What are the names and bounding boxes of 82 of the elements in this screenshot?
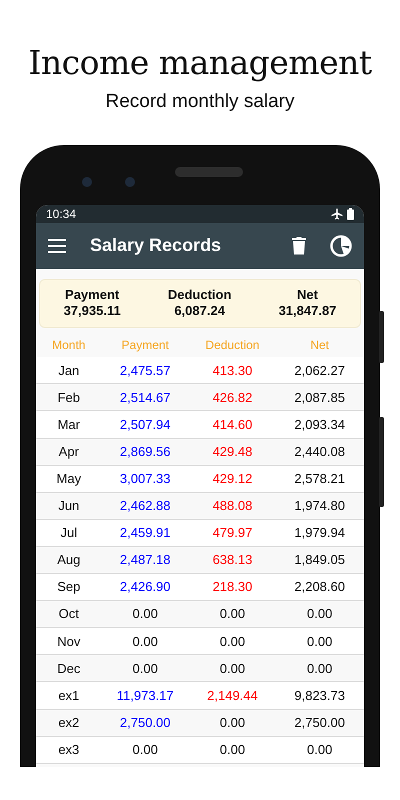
net-cell: 9,823.73 bbox=[294, 688, 345, 703]
battery-icon bbox=[347, 208, 354, 220]
net-cell: 1,974.80 bbox=[294, 498, 345, 514]
payment-cell: 2,462.88 bbox=[120, 498, 171, 514]
month-cell: Sep bbox=[57, 579, 80, 594]
camera-dot bbox=[82, 176, 92, 186]
headline: Income management bbox=[27, 42, 373, 79]
net-cell: 0.00 bbox=[307, 606, 332, 622]
toolbar-title: Salary Records bbox=[90, 234, 222, 257]
month-cell: May bbox=[56, 470, 82, 486]
deduction-cell: 429.12 bbox=[212, 470, 252, 486]
net-cell: 1,979.94 bbox=[294, 525, 345, 540]
month-cell: Mar bbox=[58, 416, 80, 432]
payment-cell: 2,475.57 bbox=[120, 362, 171, 378]
summary-value: 6,087.24 bbox=[174, 303, 225, 320]
month-cell: Aug bbox=[57, 552, 80, 568]
payment-cell: 2,514.67 bbox=[120, 390, 171, 405]
payment-cell: 2,487.18 bbox=[120, 552, 171, 568]
column-header: Net bbox=[310, 338, 330, 352]
payment-cell: 2,459.91 bbox=[120, 525, 171, 540]
deduction-cell: 0.00 bbox=[220, 660, 246, 676]
payment-cell: 11,973.17 bbox=[116, 688, 174, 703]
net-cell: 0.00 bbox=[307, 660, 332, 676]
net-cell: 2,750.00 bbox=[294, 714, 345, 730]
summary-value: 37,935.11 bbox=[64, 303, 121, 320]
summary-label: Payment bbox=[65, 286, 120, 304]
status-time: 10:34 bbox=[46, 206, 76, 222]
pie-chart-icon[interactable] bbox=[330, 234, 352, 256]
net-cell: 2,087.85 bbox=[294, 390, 345, 405]
trash-icon[interactable] bbox=[292, 236, 306, 254]
deduction-cell: 0.00 bbox=[220, 742, 246, 757]
month-cell: Nov bbox=[57, 634, 80, 649]
month-cell: Dec bbox=[57, 660, 80, 676]
month-cell: Jan bbox=[58, 362, 80, 378]
payment-cell: 3,007.33 bbox=[120, 470, 171, 486]
payment-cell: 2,507.94 bbox=[120, 416, 171, 432]
deduction-cell: 429.48 bbox=[212, 444, 252, 459]
net-cell: 2,208.60 bbox=[294, 579, 345, 594]
net-cell: 2,062.27 bbox=[294, 362, 345, 378]
deduction-cell: 488.08 bbox=[212, 498, 252, 514]
month-cell: Oct bbox=[58, 606, 79, 622]
summary-value: 31,847.87 bbox=[278, 303, 336, 320]
net-cell: 1,849.05 bbox=[294, 552, 345, 568]
summary-label: Deduction bbox=[168, 286, 232, 304]
column-header: Deduction bbox=[205, 338, 260, 352]
deduction-cell: 413.30 bbox=[212, 362, 252, 378]
deduction-cell: 414.60 bbox=[212, 416, 252, 432]
payment-cell: 0.00 bbox=[132, 742, 158, 757]
camera-dot bbox=[125, 176, 135, 186]
column-header: Month bbox=[52, 338, 86, 352]
payment-cell: 0.00 bbox=[132, 634, 158, 649]
subheadline: Record monthly salary bbox=[104, 90, 296, 114]
month-cell: ex1 bbox=[58, 688, 80, 703]
deduction-cell: 0.00 bbox=[220, 606, 246, 622]
payment-cell: 0.00 bbox=[132, 606, 158, 622]
net-cell: 2,578.21 bbox=[294, 470, 345, 486]
deduction-cell: 638.13 bbox=[212, 552, 252, 568]
column-header: Payment bbox=[122, 338, 169, 352]
deduction-cell: 426.82 bbox=[212, 390, 252, 405]
month-cell: Jul bbox=[60, 525, 78, 540]
payment-cell: 2,869.56 bbox=[120, 444, 171, 459]
speaker-grille bbox=[175, 166, 243, 176]
summary-label: Net bbox=[297, 286, 318, 304]
payment-cell: 0.00 bbox=[132, 660, 158, 676]
payment-cell: 2,426.90 bbox=[120, 579, 171, 594]
month-cell: Apr bbox=[58, 444, 79, 459]
deduction-cell: 2,149.44 bbox=[207, 688, 258, 703]
net-cell: 2,440.08 bbox=[294, 444, 345, 459]
deduction-cell: 218.30 bbox=[212, 579, 252, 594]
payment-cell: 2,750.00 bbox=[120, 714, 171, 730]
month-cell: Feb bbox=[58, 390, 80, 405]
deduction-cell: 0.00 bbox=[220, 714, 246, 730]
net-cell: 2,093.34 bbox=[294, 416, 345, 432]
airplane-icon bbox=[331, 208, 343, 220]
month-cell: ex2 bbox=[58, 714, 80, 730]
deduction-cell: 0.00 bbox=[220, 634, 246, 649]
deduction-cell: 479.97 bbox=[212, 525, 252, 540]
net-cell: 0.00 bbox=[307, 634, 332, 649]
net-cell: 0.00 bbox=[307, 742, 332, 757]
menu-icon[interactable] bbox=[48, 238, 66, 252]
month-cell: Jun bbox=[58, 498, 80, 514]
month-cell: ex3 bbox=[58, 742, 80, 757]
